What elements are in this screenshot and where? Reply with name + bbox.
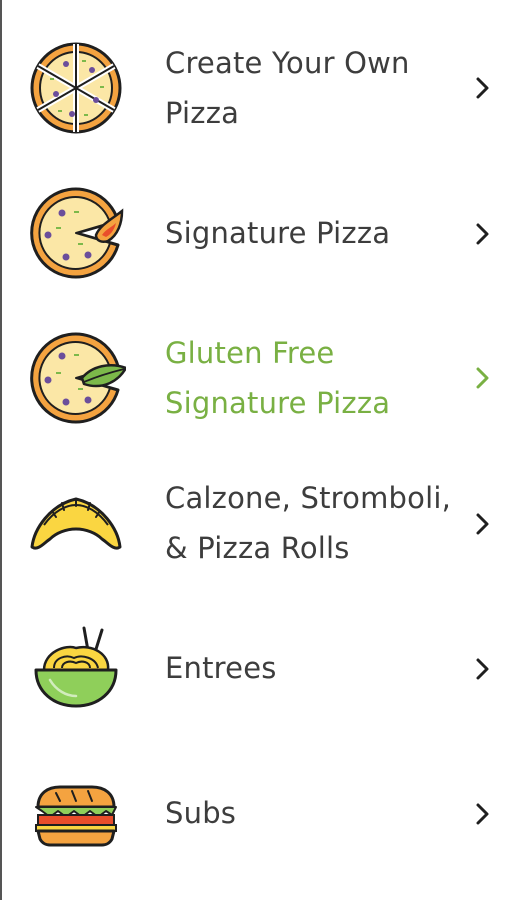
chevron-right-icon	[472, 363, 494, 393]
menu-item-label: Signature Pizza	[165, 216, 391, 250]
sub-sandwich-icon	[26, 763, 126, 863]
noodle-bowl-icon	[26, 618, 126, 718]
menu-item-label: Create Your Own Pizza	[165, 46, 410, 130]
menu-item-create-your-own-pizza[interactable]: Create Your Own Pizza	[2, 38, 507, 138]
chevron-right-icon	[472, 219, 494, 249]
menu-item-label: Entrees	[165, 651, 277, 685]
chevron-right-icon	[472, 509, 494, 539]
menu-item-entrees[interactable]: Entrees	[2, 618, 507, 718]
menu-item-gluten-free-signature-pizza[interactable]: Gluten Free Signature Pizza	[2, 328, 507, 428]
calzone-icon	[26, 473, 126, 573]
chevron-right-icon	[472, 799, 494, 829]
pizza-whole-icon	[26, 38, 126, 138]
menu-item-calzone-stromboli-pizza-rolls[interactable]: Calzone, Stromboli, & Pizza Rolls	[2, 473, 507, 573]
category-menu: Create Your Own Pizza Signature Pizza Gl…	[0, 0, 507, 900]
menu-item-label: Gluten Free Signature Pizza	[165, 336, 391, 420]
chevron-right-icon	[472, 73, 494, 103]
pizza-leaf-icon	[26, 328, 126, 428]
pizza-flame-icon	[26, 183, 126, 283]
menu-item-signature-pizza[interactable]: Signature Pizza	[2, 183, 507, 283]
chevron-right-icon	[472, 654, 494, 684]
menu-item-subs[interactable]: Subs	[2, 763, 507, 863]
menu-item-label: Subs	[165, 796, 237, 830]
menu-item-label: Calzone, Stromboli, & Pizza Rolls	[165, 481, 452, 565]
